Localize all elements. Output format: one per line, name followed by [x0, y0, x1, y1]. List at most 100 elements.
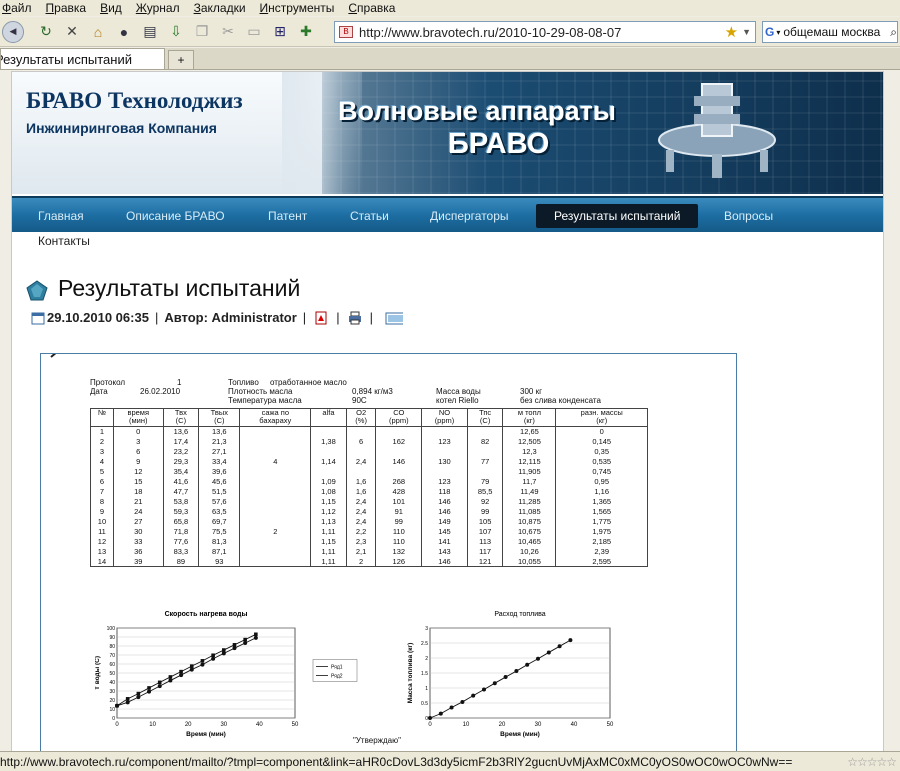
data-point — [168, 678, 173, 683]
reload-icon: ↻ — [40, 23, 52, 39]
scanned-protocol-document: Протокол 1 Топливо отработанное масло Да… — [40, 353, 737, 751]
table-cell: 118 — [421, 486, 468, 497]
table-cell: 77,6 — [162, 536, 199, 547]
print-button[interactable]: ▤ — [138, 20, 162, 44]
table-cell — [421, 426, 468, 437]
table-cell: 87,1 — [198, 546, 240, 557]
data-point — [449, 705, 454, 710]
data-point — [189, 667, 194, 672]
print-icon[interactable] — [348, 311, 362, 325]
table-cell: 0,35 — [555, 446, 648, 457]
address-bar[interactable]: B http://www.bravotech.ru/2010-10-29-08-… — [334, 21, 756, 43]
tab-results[interactable]: Результаты испытаний — [0, 48, 165, 69]
table-cell: 69,7 — [198, 516, 240, 527]
table-cell: 12,505 — [502, 436, 556, 447]
table-cell: 41,6 — [162, 476, 199, 487]
site-favicon-icon: B — [339, 26, 353, 38]
data-point — [525, 662, 530, 667]
pdf-icon[interactable] — [314, 311, 328, 325]
menu-item[interactable]: Инструменты — [260, 1, 335, 15]
table-cell: 12 — [97, 537, 107, 546]
data-point — [482, 687, 486, 692]
download-button[interactable]: ⇩ — [164, 20, 188, 44]
nav-item[interactable]: Вопросы — [718, 204, 779, 228]
copy-button[interactable]: ❐ — [190, 20, 214, 44]
table-cell: 0,95 — [555, 476, 648, 487]
search-input[interactable]: общемаш москва — [783, 25, 890, 39]
x-tick-label: 10 — [463, 722, 470, 728]
reload-button[interactable]: ↻ — [34, 20, 58, 44]
stop-button[interactable]: ✕ — [60, 20, 84, 44]
chat-button[interactable]: ● — [112, 20, 136, 44]
table-cell: 132 — [375, 546, 422, 557]
table-cell: 99 — [375, 516, 422, 527]
email-icon[interactable] — [381, 311, 403, 325]
paste-button[interactable]: ▭ — [242, 20, 266, 44]
table-cell: 8 — [99, 497, 105, 506]
site-logo-subtitle: Инжиниринговая Компания — [26, 120, 217, 136]
bookmark-star-icon[interactable]: ★ — [725, 23, 738, 41]
page-viewport: БРАВО Технолоджиз Инжиниринговая Компани… — [0, 71, 900, 751]
table-cell: 1,775 — [555, 516, 648, 527]
table-cell: 143 — [421, 546, 468, 557]
table-cell: 2,3 — [345, 536, 376, 547]
header-unit: (кг) — [523, 416, 535, 425]
table-cell: 11,905 — [502, 466, 556, 477]
table-cell: 1,38 — [310, 436, 347, 447]
meta-separator: | — [302, 310, 307, 325]
table-row: 2 3 17,4 21,3 1,38 6 162 123 82 12,505 0,145 — [91, 436, 648, 447]
cut-button[interactable]: ✂ — [216, 20, 240, 44]
table-cell: 121 — [466, 556, 503, 567]
nav-item[interactable]: Описание БРАВО — [120, 204, 231, 228]
search-bar[interactable]: G ▾ общемаш москва ⌕ — [762, 21, 898, 43]
menu-item[interactable]: Закладки — [194, 1, 246, 15]
new-tab-button[interactable]: + — [168, 50, 194, 69]
data-point — [136, 695, 141, 700]
table-cell: 0 — [555, 426, 648, 437]
water-label: Масса воды — [436, 387, 481, 396]
table-cell: 130 — [421, 456, 468, 467]
data-point — [243, 641, 248, 646]
table-cell — [375, 426, 422, 437]
data-point — [147, 686, 151, 690]
menu-item[interactable]: Вид — [100, 1, 122, 15]
table-cell: 0,745 — [555, 466, 648, 477]
menu-item[interactable]: Файл — [2, 1, 32, 15]
nav-item[interactable]: Результаты испытаний — [536, 204, 699, 228]
table-cell — [466, 426, 503, 437]
site-logo-title[interactable]: БРАВО Технолоджиз — [26, 88, 243, 114]
url-dropdown-icon[interactable]: ▼ — [742, 27, 751, 37]
y-tick-label: 80 — [109, 644, 115, 650]
table-cell — [421, 466, 468, 477]
table-row: 1 0 13,6 13,6 12,65 0 — [91, 426, 648, 437]
search-engine-dropdown-icon[interactable]: ▾ — [776, 28, 780, 37]
add-button[interactable]: ✚ — [294, 20, 318, 44]
home-button[interactable]: ⌂ — [86, 20, 110, 44]
site-header: БРАВО Технолоджиз Инжиниринговая Компани… — [12, 72, 883, 194]
header-line: № — [97, 408, 106, 417]
menu-item[interactable]: Справка — [348, 1, 395, 15]
table-cell: 24 — [112, 506, 164, 517]
x-tick-label: 20 — [499, 722, 506, 728]
nav-item[interactable]: Патент — [262, 204, 313, 228]
table-cell — [239, 446, 311, 457]
menu-item[interactable]: Журнал — [136, 1, 180, 15]
table-cell: 47,7 — [162, 486, 199, 497]
search-icon[interactable]: ⌕ — [890, 25, 897, 40]
table-cell: 57,6 — [198, 496, 240, 507]
y-tick-label: 30 — [109, 689, 115, 695]
table-cell: 6 — [112, 446, 164, 457]
nav-item[interactable]: Диспергаторы — [424, 204, 515, 228]
nav-item-contacts[interactable]: Контакты — [38, 234, 90, 248]
y-tick-label: 1.5 — [421, 671, 428, 677]
approval-note: "Утверждаю" — [353, 736, 401, 745]
fullscreen-button[interactable]: ⊞ — [268, 20, 292, 44]
table-cell: 10 — [97, 517, 107, 526]
menu-item[interactable]: Правка — [46, 1, 87, 15]
nav-item[interactable]: Главная — [32, 204, 90, 228]
nav-item[interactable]: Статьи — [344, 204, 395, 228]
table-cell — [310, 466, 347, 477]
table-cell: 17,4 — [162, 436, 199, 447]
header-line: alfa — [322, 408, 335, 417]
back-button[interactable]: ◀ — [0, 20, 32, 44]
